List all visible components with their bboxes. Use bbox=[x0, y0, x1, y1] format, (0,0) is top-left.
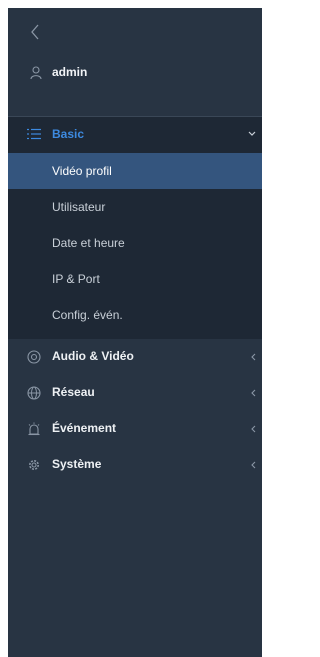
globe-icon bbox=[27, 386, 41, 400]
gear-icon bbox=[29, 460, 39, 470]
menu-item-audio-video[interactable]: Audio & Vidéo bbox=[8, 339, 262, 375]
menu-item-label: Événement bbox=[52, 421, 117, 435]
submenu-item-label: Date et heure bbox=[52, 236, 125, 250]
submenu-item-label: Utilisateur bbox=[52, 200, 106, 214]
camera-icon bbox=[27, 350, 41, 364]
alarm-icon bbox=[28, 422, 40, 436]
chevron-left-icon bbox=[251, 461, 256, 469]
back-arrow-icon[interactable] bbox=[30, 24, 40, 40]
sidebar: admin Basic Vidéo profil Utilisateur Dat… bbox=[8, 8, 262, 657]
back-row bbox=[8, 8, 262, 52]
submenu-item-label: Config. évén. bbox=[52, 308, 123, 322]
submenu-item-label: IP & Port bbox=[52, 272, 100, 286]
menu-item-evenement[interactable]: Événement bbox=[8, 411, 262, 447]
submenu-item-utilisateur[interactable]: Utilisateur bbox=[8, 189, 262, 225]
user-name: admin bbox=[52, 65, 88, 79]
basic-group: Basic Vidéo profil Utilisateur Date et h… bbox=[8, 117, 262, 339]
menu-item-basic-label: Basic bbox=[52, 127, 85, 141]
menu-item-label: Système bbox=[52, 457, 102, 471]
menu-item-systeme[interactable]: Système bbox=[8, 447, 262, 483]
submenu-item-ip-port[interactable]: IP & Port bbox=[8, 261, 262, 297]
chevron-down-icon bbox=[248, 131, 256, 136]
main-menu: Audio & Vidéo Réseau Événement Système bbox=[8, 339, 262, 483]
chevron-left-icon bbox=[251, 425, 256, 433]
menu-item-basic[interactable]: Basic bbox=[8, 117, 262, 153]
submenu-item-date-heure[interactable]: Date et heure bbox=[8, 225, 262, 261]
user-row: admin bbox=[8, 52, 262, 96]
submenu-item-video-profil[interactable]: Vidéo profil bbox=[8, 153, 262, 189]
chevron-left-icon bbox=[251, 389, 256, 397]
menu-item-label: Audio & Vidéo bbox=[52, 349, 134, 363]
menu-item-reseau[interactable]: Réseau bbox=[8, 375, 262, 411]
chevron-left-icon bbox=[251, 353, 256, 361]
user-icon bbox=[30, 66, 42, 80]
submenu-item-label: Vidéo profil bbox=[52, 164, 112, 178]
menu-item-label: Réseau bbox=[52, 385, 95, 399]
list-icon bbox=[27, 128, 41, 140]
submenu-item-config-even[interactable]: Config. évén. bbox=[8, 297, 262, 333]
